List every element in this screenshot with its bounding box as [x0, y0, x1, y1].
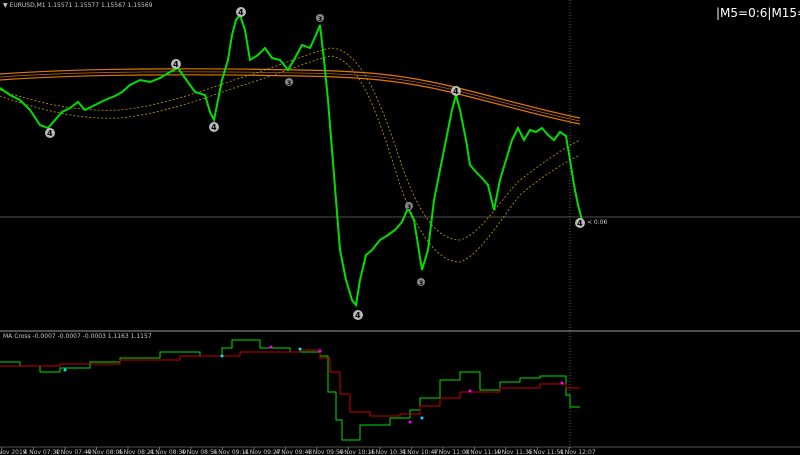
chart-terminal[interactable]: ▼ EURUSD,M1 1.15571 1.15577 1.15567 1.15…	[0, 0, 800, 455]
svg-text:4: 4	[453, 87, 459, 96]
cross-point-marker	[269, 345, 273, 349]
signal-marker[interactable]: 4	[353, 310, 363, 320]
cross-point-marker	[220, 354, 224, 358]
svg-text:4: 4	[577, 219, 583, 228]
signal-marker[interactable]: 4	[236, 7, 246, 17]
signal-marker[interactable]: 4	[575, 218, 585, 228]
svg-text:4: 4	[47, 129, 53, 138]
signal-marker[interactable]: 4	[209, 122, 219, 132]
cross-point-marker	[408, 420, 412, 424]
time-axis-label: 4 Nov 12:07	[559, 449, 596, 455]
cross-point-marker	[318, 349, 322, 353]
svg-text:3: 3	[407, 204, 411, 211]
signal-marker[interactable]: 4	[451, 86, 461, 96]
svg-text:4: 4	[355, 311, 361, 320]
signal-marker[interactable]: 4	[171, 59, 181, 69]
svg-text:4: 4	[238, 8, 244, 17]
svg-text:4: 4	[173, 60, 179, 69]
svg-text:4: 4	[211, 123, 217, 132]
cross-point-marker	[560, 381, 564, 385]
indicator-header: MA Cross -0.0007 -0.0007 -0.0003 1.1163 …	[3, 333, 152, 340]
svg-text:3: 3	[318, 16, 322, 23]
cross-point-marker	[468, 389, 472, 393]
chart-background	[0, 0, 800, 455]
signal-marker[interactable]: 4	[45, 128, 55, 138]
mtf-status-label: |M5=0:6|M15=5:6	[716, 6, 800, 20]
symbol-header: ▼ EURUSD,M1 1.15571 1.15577 1.15567 1.15…	[3, 2, 153, 9]
svg-text:3: 3	[287, 80, 291, 87]
cross-point-marker	[298, 347, 302, 351]
cross-point-marker	[63, 368, 67, 372]
time-axis: 4 Nov 20194 Nov 07:324 Nov 07:494 Nov 08…	[0, 447, 596, 455]
price-tag: < 0.06	[587, 219, 607, 226]
svg-text:3: 3	[419, 280, 423, 287]
cross-point-marker	[420, 416, 424, 420]
